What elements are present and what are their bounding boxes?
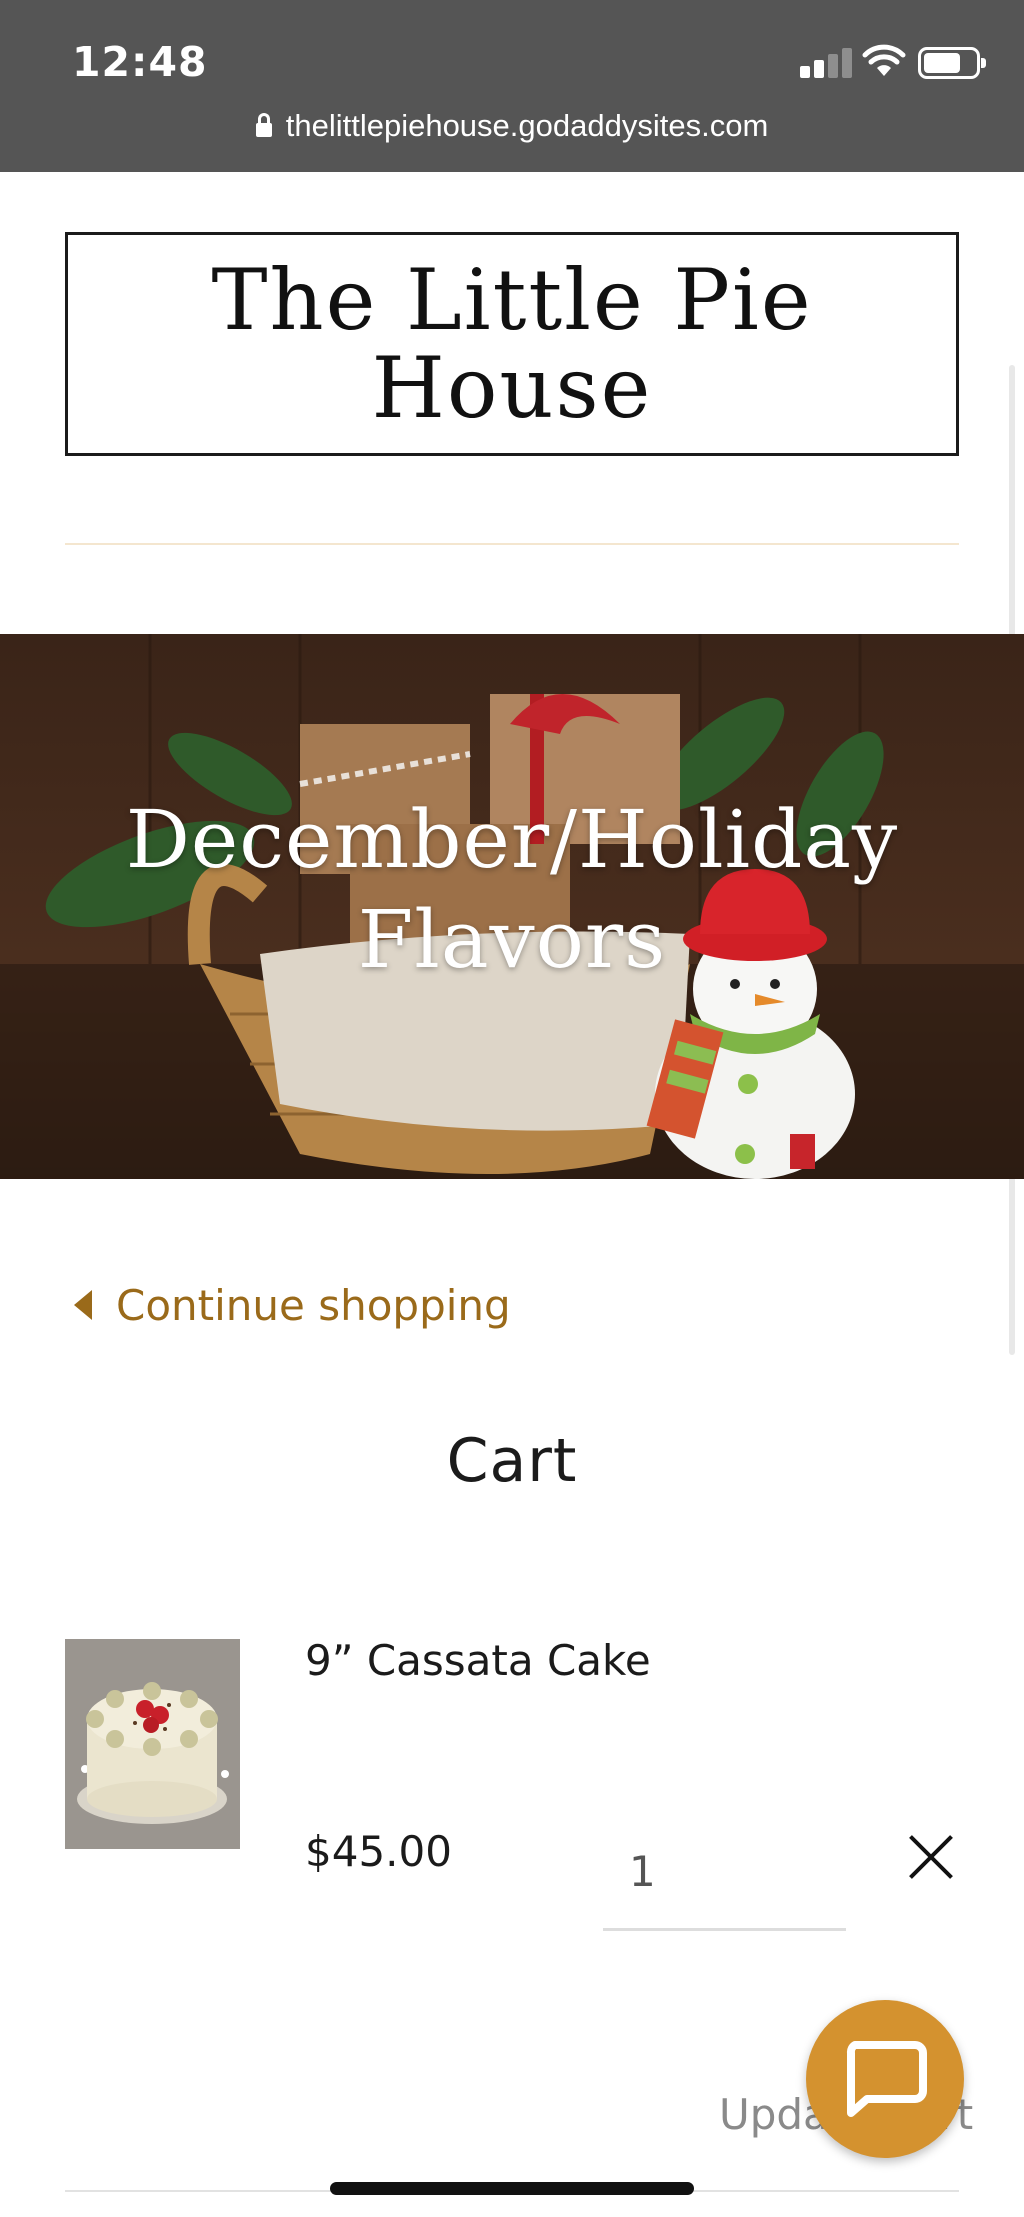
cart-title: Cart [446,1426,578,1496]
address-bar[interactable]: thelittlepiehouse.godaddysites.com [0,108,1024,144]
quantity-input[interactable] [603,1815,846,1931]
site-logo[interactable]: The Little Pie House [65,232,959,456]
cart-item-name[interactable]: 9” Cassata Cake [305,1636,651,1685]
close-icon[interactable] [906,1832,956,1882]
home-indicator[interactable] [330,2182,694,2195]
header-divider [65,543,959,545]
status-time: 12:48 [72,38,208,86]
cart-item-thumbnail[interactable] [65,1639,240,1849]
chat-bubble-icon [846,2041,927,2117]
cassata-cake-image [65,1639,240,1849]
continue-shopping-label: Continue shopping [116,1280,511,1330]
hero-title: December/Holiday Flavors [0,790,1024,990]
browser-status-bar: 12:48 thelittlepiehouse.godaddysites.com [0,0,1024,172]
url-text: thelittlepiehouse.godaddysites.com [285,108,769,143]
caret-left-icon [74,1290,92,1320]
logo-line-1: The Little Pie [211,251,813,349]
hero-title-line-1: December/Holiday [125,793,899,886]
logo-line-2: House [371,339,653,437]
chat-button[interactable] [806,2000,964,2158]
continue-shopping-link[interactable]: Continue shopping [74,1280,511,1330]
cellular-signal-icon [800,46,852,78]
battery-icon [918,47,986,79]
cart-item-price: $45.00 [305,1827,452,1876]
lock-icon [255,113,272,137]
hero-title-line-2: Flavors [357,893,667,986]
wifi-icon [862,44,906,76]
